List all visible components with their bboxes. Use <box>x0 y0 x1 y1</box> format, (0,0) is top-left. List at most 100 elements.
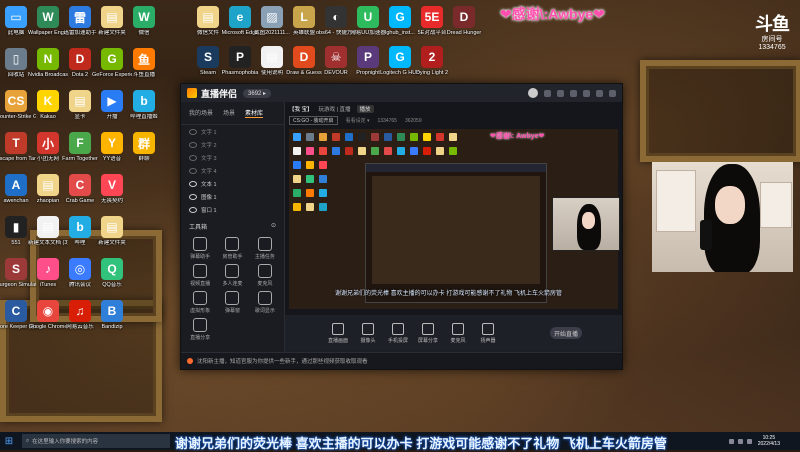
camera-icon <box>362 322 374 335</box>
desktop-app-icon: T <box>5 132 27 154</box>
tool-danmu[interactable]: 弹幕助手 <box>185 237 215 260</box>
source-item[interactable]: 文字 3 <box>181 151 284 164</box>
source-item[interactable]: 文字 2 <box>181 138 284 151</box>
tool-lyrics[interactable]: 歌词显示 <box>250 291 280 314</box>
preview-mini-icon <box>397 147 405 155</box>
desktop-icon[interactable]: B Bandizip <box>92 298 132 342</box>
eye-icon[interactable] <box>189 167 197 174</box>
desktop-app-icon: W <box>133 6 155 28</box>
maximize-icon[interactable] <box>596 89 603 97</box>
desktop-app-icon: L <box>293 6 315 28</box>
clock-date: 2022/4/13 <box>757 441 780 447</box>
phone-cast-button[interactable]: 手机投屏 <box>385 322 411 344</box>
source-item[interactable]: 图像 1 <box>181 190 284 203</box>
taskbar-search[interactable]: ⌕ 在这里输入你要搜索的内容 <box>22 434 170 448</box>
camera-button[interactable]: 摄像头 <box>355 322 381 344</box>
category-select[interactable]: CS:GO - 装动开启 <box>289 116 338 125</box>
tool-danmu-window[interactable]: 弹幕窗 <box>217 291 247 314</box>
stream-title[interactable]: 玩游戏 | 直播 <box>319 105 351 113</box>
eye-icon[interactable] <box>189 128 197 135</box>
tool-video[interactable]: 视频直播 <box>185 264 215 287</box>
tray-chevron-icon[interactable] <box>728 438 734 444</box>
webcam-person-face <box>582 212 595 229</box>
minimize-icon[interactable] <box>583 89 590 97</box>
tool-tasks[interactable]: 主播任务 <box>250 237 280 260</box>
start-stream-button[interactable]: 开始直播 <box>550 327 582 339</box>
desktop-app-icon: D <box>293 46 315 68</box>
preview-mini-icon <box>436 147 444 155</box>
speaker-button[interactable]: 扬声器 <box>475 322 501 344</box>
desktop-icon[interactable]: 群群聊 <box>124 130 164 174</box>
avatar[interactable] <box>528 88 538 98</box>
desktop-icon[interactable]: 鱼斗鱼直播 <box>124 46 164 90</box>
source-item[interactable]: 窗口 1 <box>181 203 284 216</box>
toolbox-header: 工具箱 ⊙ <box>181 216 284 233</box>
eye-icon[interactable] <box>189 193 197 200</box>
tool-multi-mic[interactable]: 多人连麦 <box>217 264 247 287</box>
microphone-button[interactable]: 麦克风 <box>445 322 471 344</box>
source-item[interactable]: 文本 1 <box>181 177 284 190</box>
desktop-app-icon: G <box>389 6 411 28</box>
notice-text[interactable]: 沈阳新主播，知道官服为你提供一些新手，通过那些视频获取收取观看 <box>197 357 368 365</box>
desktop-app-icon: U <box>357 6 379 28</box>
preview-mini-icon <box>449 133 457 141</box>
webcam-overlay <box>652 162 793 272</box>
settings-icon[interactable] <box>557 89 564 97</box>
eye-icon[interactable] <box>189 180 197 187</box>
screen-capture-button[interactable]: 直播画面 <box>325 322 351 344</box>
desktop-icon[interactable]: V 无畏契约 <box>92 172 132 216</box>
tab-materials[interactable]: 素材库 <box>245 108 264 118</box>
desktop-app-icon: P <box>357 46 379 68</box>
desktop-icon[interactable]: ▤ 新建文件夹 <box>92 214 132 258</box>
desktop-icon[interactable]: 2 Dying Light 2 <box>412 44 452 88</box>
desktop-icon-label: 新建文件夹 <box>98 240 126 246</box>
source-item[interactable]: 文字 4 <box>181 164 284 177</box>
preview-mini-icon <box>345 147 353 155</box>
tool-share[interactable]: 直播分享 <box>185 318 215 341</box>
scrolling-marquee: 谢谢兄弟们的荧光棒 喜欢主播的可以办卡 打游戏可能感谢不了礼物 飞机上车火箭房管 <box>175 436 667 451</box>
tool-admin[interactable]: 房管助手 <box>217 237 247 260</box>
source-item[interactable]: 文字 1 <box>181 125 284 138</box>
window-icon <box>225 291 240 305</box>
window-controls <box>528 88 616 98</box>
tool-mic[interactable]: 麦克风 <box>250 264 280 287</box>
preview-mini-icon <box>293 161 301 169</box>
preview-mini-icon <box>293 203 301 211</box>
desktop-app-icon: G <box>101 48 123 70</box>
setting-select[interactable]: 看看设定 ▾ <box>346 117 370 124</box>
nested-preview-content <box>372 176 540 284</box>
windows-start-icon[interactable]: ⊞ <box>0 432 18 450</box>
tab-scenes[interactable]: 场景 <box>223 108 235 118</box>
desktop-icon[interactable]: D Dread Hunger <box>444 4 484 48</box>
desktop-icon[interactable]: W 微信 <box>124 4 164 48</box>
taskbar-clock[interactable]: 10:25 2022/4/13 <box>758 435 800 447</box>
desktop-app-icon: 5E <box>421 6 443 28</box>
desktop-app-icon: ▤ <box>69 90 91 112</box>
desktop-icon-label: 哔哩直播姬 <box>130 114 158 120</box>
menu-icon[interactable] <box>570 89 577 97</box>
volume-icon[interactable] <box>746 438 752 444</box>
desktop-app-icon: ◎ <box>69 258 91 280</box>
eye-icon[interactable] <box>189 154 197 161</box>
screen-share-button[interactable]: 屏幕分享 <box>415 322 441 344</box>
close-icon[interactable] <box>609 89 616 97</box>
eye-icon[interactable] <box>189 206 197 213</box>
desktop-icon-label: Dread Hunger <box>446 30 482 36</box>
desktop-icon-label: 微信 <box>138 30 150 36</box>
tab-my-scenes[interactable]: 我的场景 <box>189 108 213 118</box>
desktop-icon-label: 斗鱼直播 <box>132 72 155 78</box>
tool-avatar[interactable]: 虚拟形象 <box>185 291 215 314</box>
network-icon[interactable] <box>737 438 743 444</box>
stream-extra[interactable]: 播放 <box>356 104 374 113</box>
user-pill[interactable]: 3692 ▸ <box>243 88 272 98</box>
desktop-app-icon: b <box>133 90 155 112</box>
desktop-app-icon: W <box>37 6 59 28</box>
notification-icon[interactable] <box>544 89 551 97</box>
desktop-icon[interactable]: Q QQ音乐 <box>92 256 132 300</box>
desktop-icon[interactable]: b 哔哩直播姬 <box>124 88 164 132</box>
chat-icon <box>193 237 208 251</box>
toolbox-more-icon[interactable]: ⊙ <box>271 222 276 231</box>
eye-icon[interactable] <box>189 141 197 148</box>
desktop-app-icon: ▭ <box>5 6 27 28</box>
monitor-icon <box>332 322 344 335</box>
